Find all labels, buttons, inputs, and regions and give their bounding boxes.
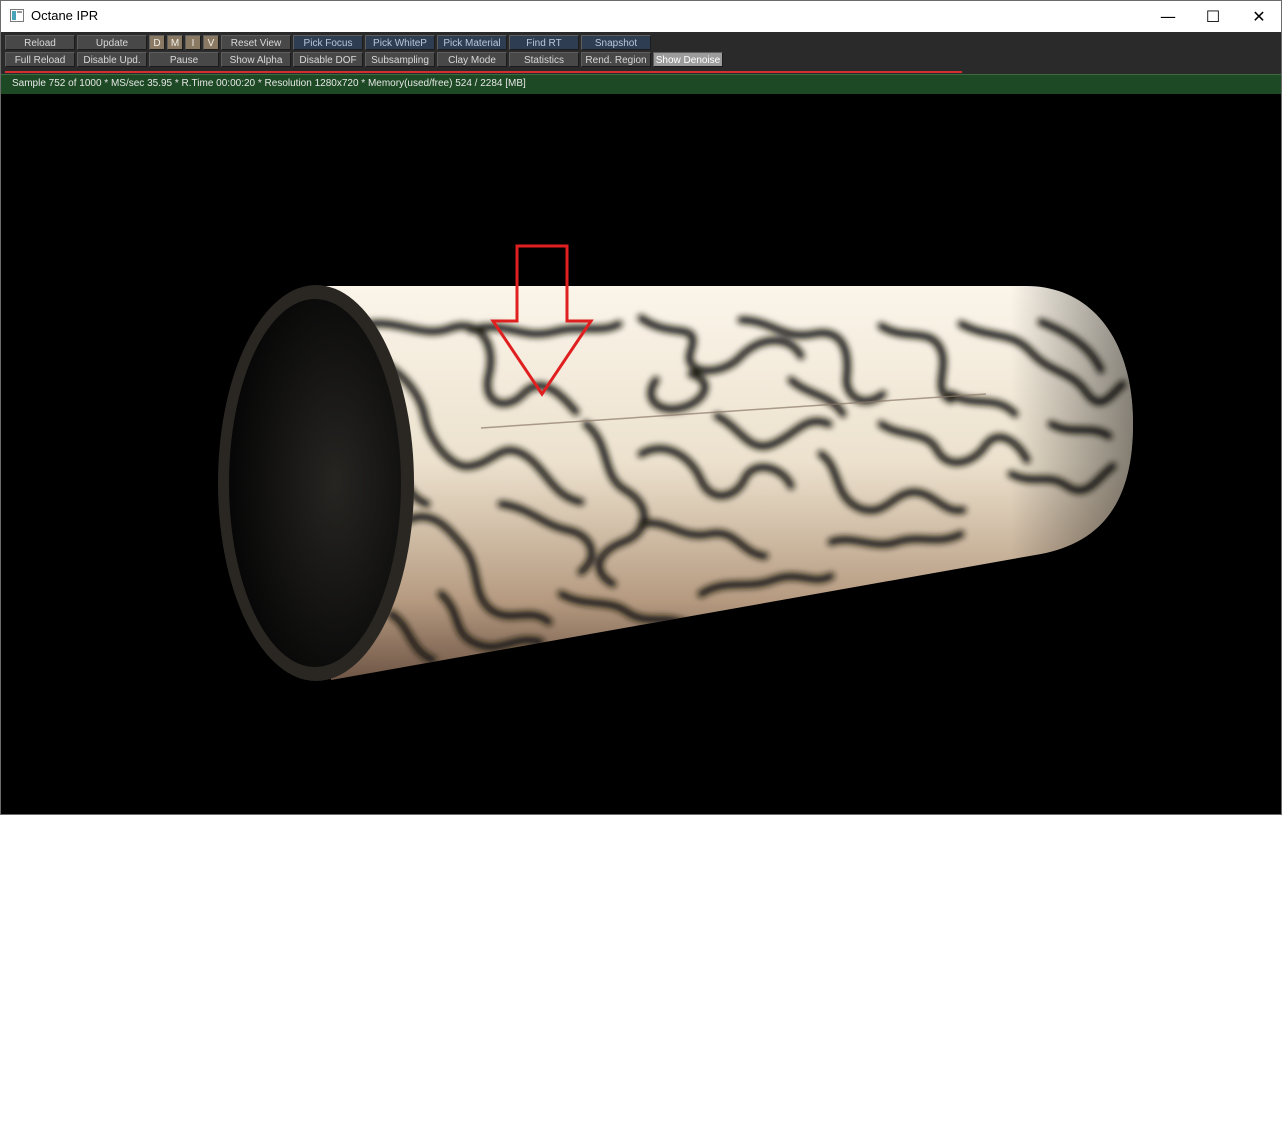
find-rt-button[interactable]: Find RT [509, 35, 579, 50]
disable-update-button[interactable]: Disable Upd. [77, 52, 147, 67]
render-status-text: Sample 752 of 1000 * MS/sec 35.95 * R.Ti… [12, 78, 526, 89]
subsampling-button[interactable]: Subsampling [365, 52, 435, 67]
title-bar: Octane IPR — ☐ ✕ [1, 1, 1281, 32]
app-icon [10, 9, 24, 22]
render-status-bar: Sample 752 of 1000 * MS/sec 35.95 * R.Ti… [1, 74, 1281, 94]
v-toggle-button[interactable]: V [203, 35, 219, 50]
close-icon[interactable]: ✕ [1236, 1, 1282, 32]
tube-end-shade [316, 286, 1133, 680]
render-progress-fill [5, 71, 962, 73]
pick-focus-button[interactable]: Pick Focus [293, 35, 363, 50]
clay-mode-button[interactable]: Clay Mode [437, 52, 507, 67]
minimize-icon[interactable]: — [1145, 1, 1191, 32]
full-reload-button[interactable]: Full Reload [5, 52, 75, 67]
m-toggle-button[interactable]: M [167, 35, 183, 50]
reset-view-button[interactable]: Reset View [221, 35, 291, 50]
pick-material-button[interactable]: Pick Material [437, 35, 507, 50]
render-region-button[interactable]: Rend. Region [581, 52, 651, 67]
reload-button[interactable]: Reload [5, 35, 75, 50]
maximize-icon[interactable]: ☐ [1190, 1, 1236, 32]
tube-interior [229, 299, 401, 667]
window-title: Octane IPR [31, 8, 99, 23]
pick-whitepoint-button[interactable]: Pick WhiteP [365, 35, 435, 50]
octane-ipr-window: Octane IPR — ☐ ✕ Reload Update D M I V R… [0, 0, 1282, 815]
ipr-toolbar: Reload Update D M I V Reset View Pick Fo… [1, 32, 1281, 71]
show-alpha-button[interactable]: Show Alpha [221, 52, 291, 67]
show-denoise-button[interactable]: Show Denoise [653, 52, 723, 67]
render-viewport[interactable] [1, 94, 1281, 814]
i-toggle-button[interactable]: I [185, 35, 201, 50]
disable-dof-button[interactable]: Disable DOF [293, 52, 363, 67]
statistics-button[interactable]: Statistics [509, 52, 579, 67]
update-button[interactable]: Update [77, 35, 147, 50]
d-toggle-button[interactable]: D [149, 35, 165, 50]
pause-button[interactable]: Pause [149, 52, 219, 67]
render-image [218, 244, 1133, 681]
snapshot-button[interactable]: Snapshot [581, 35, 651, 50]
